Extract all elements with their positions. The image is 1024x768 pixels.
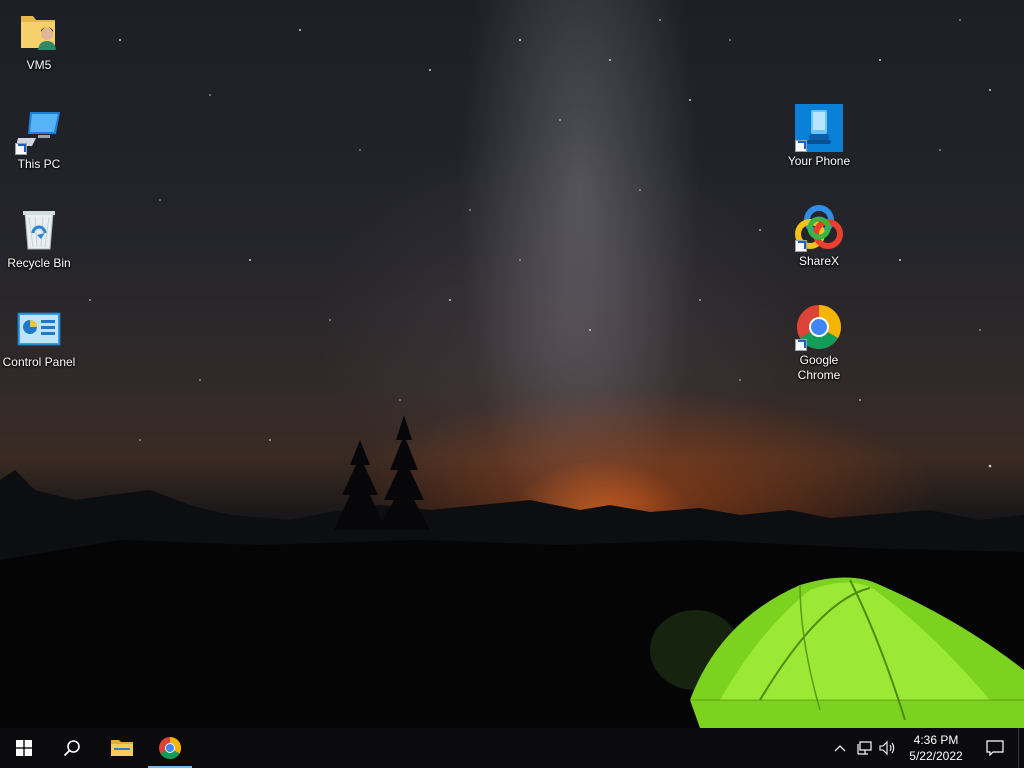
- desktop-icon-label: This PC: [17, 157, 61, 171]
- action-center-button[interactable]: [972, 728, 1018, 768]
- your-phone-icon: [795, 104, 843, 152]
- desktop-icon-label: ShareX: [798, 254, 840, 268]
- shortcut-arrow-icon: [795, 140, 807, 152]
- network-icon: [857, 741, 872, 755]
- control-panel-icon: [15, 305, 63, 353]
- shortcut-arrow-icon: [15, 143, 27, 155]
- clock[interactable]: 4:36 PM 5/22/2022: [900, 728, 972, 768]
- shortcut-arrow-icon: [795, 240, 807, 252]
- desktop-icon-your-phone[interactable]: Your Phone: [780, 104, 858, 169]
- desktop-icon-sharex[interactable]: ShareX: [780, 204, 858, 269]
- desktop-icon-label: VM5: [26, 58, 52, 72]
- taskbar-file-explorer[interactable]: [98, 728, 146, 768]
- chevron-up-icon: [834, 745, 846, 752]
- show-hidden-icons-button[interactable]: [828, 728, 852, 768]
- search-icon: [63, 740, 80, 757]
- desktop-icon-label: Control Panel: [2, 355, 76, 369]
- show-desktop-button[interactable]: [1018, 728, 1024, 768]
- desktop-icon-label: Google Chrome: [797, 353, 841, 382]
- desktop-wallpaper: [0, 0, 1024, 728]
- chrome-icon: [159, 737, 181, 759]
- volume-button[interactable]: [876, 728, 900, 768]
- search-button[interactable]: [48, 728, 96, 768]
- recycle-bin-icon: [15, 206, 63, 254]
- desktop-icon-this-pc[interactable]: This PC: [0, 107, 78, 172]
- wallpaper-landscape: [0, 19, 1024, 728]
- volume-icon: [879, 740, 895, 756]
- user-folder-icon: [15, 8, 63, 56]
- clock-date: 5/22/2022: [909, 749, 963, 763]
- sharex-icon: [795, 204, 843, 252]
- desktop-icon-recycle-bin[interactable]: Recycle Bin: [0, 206, 78, 271]
- computer-icon: [15, 107, 63, 155]
- start-button[interactable]: [0, 728, 48, 768]
- taskbar-google-chrome[interactable]: [146, 728, 194, 768]
- desktop-icon-label: Recycle Bin: [7, 256, 71, 270]
- notification-icon: [986, 740, 1004, 756]
- desktop-icon-control-panel[interactable]: Control Panel: [0, 305, 78, 370]
- chrome-icon: [795, 303, 843, 351]
- shortcut-arrow-icon: [795, 339, 807, 351]
- desktop-icon-vm5[interactable]: VM5: [0, 8, 78, 73]
- file-explorer-icon: [111, 740, 133, 756]
- taskbar: 4:36 PM 5/22/2022: [0, 728, 1024, 768]
- windows-logo-icon: [16, 740, 32, 756]
- clock-time: 4:36 PM: [913, 733, 959, 747]
- desktop-icon-label: Your Phone: [787, 154, 851, 168]
- network-button[interactable]: [852, 728, 876, 768]
- desktop-icon-google-chrome[interactable]: Google Chrome: [780, 303, 858, 383]
- system-tray: 4:36 PM 5/22/2022: [828, 728, 1024, 768]
